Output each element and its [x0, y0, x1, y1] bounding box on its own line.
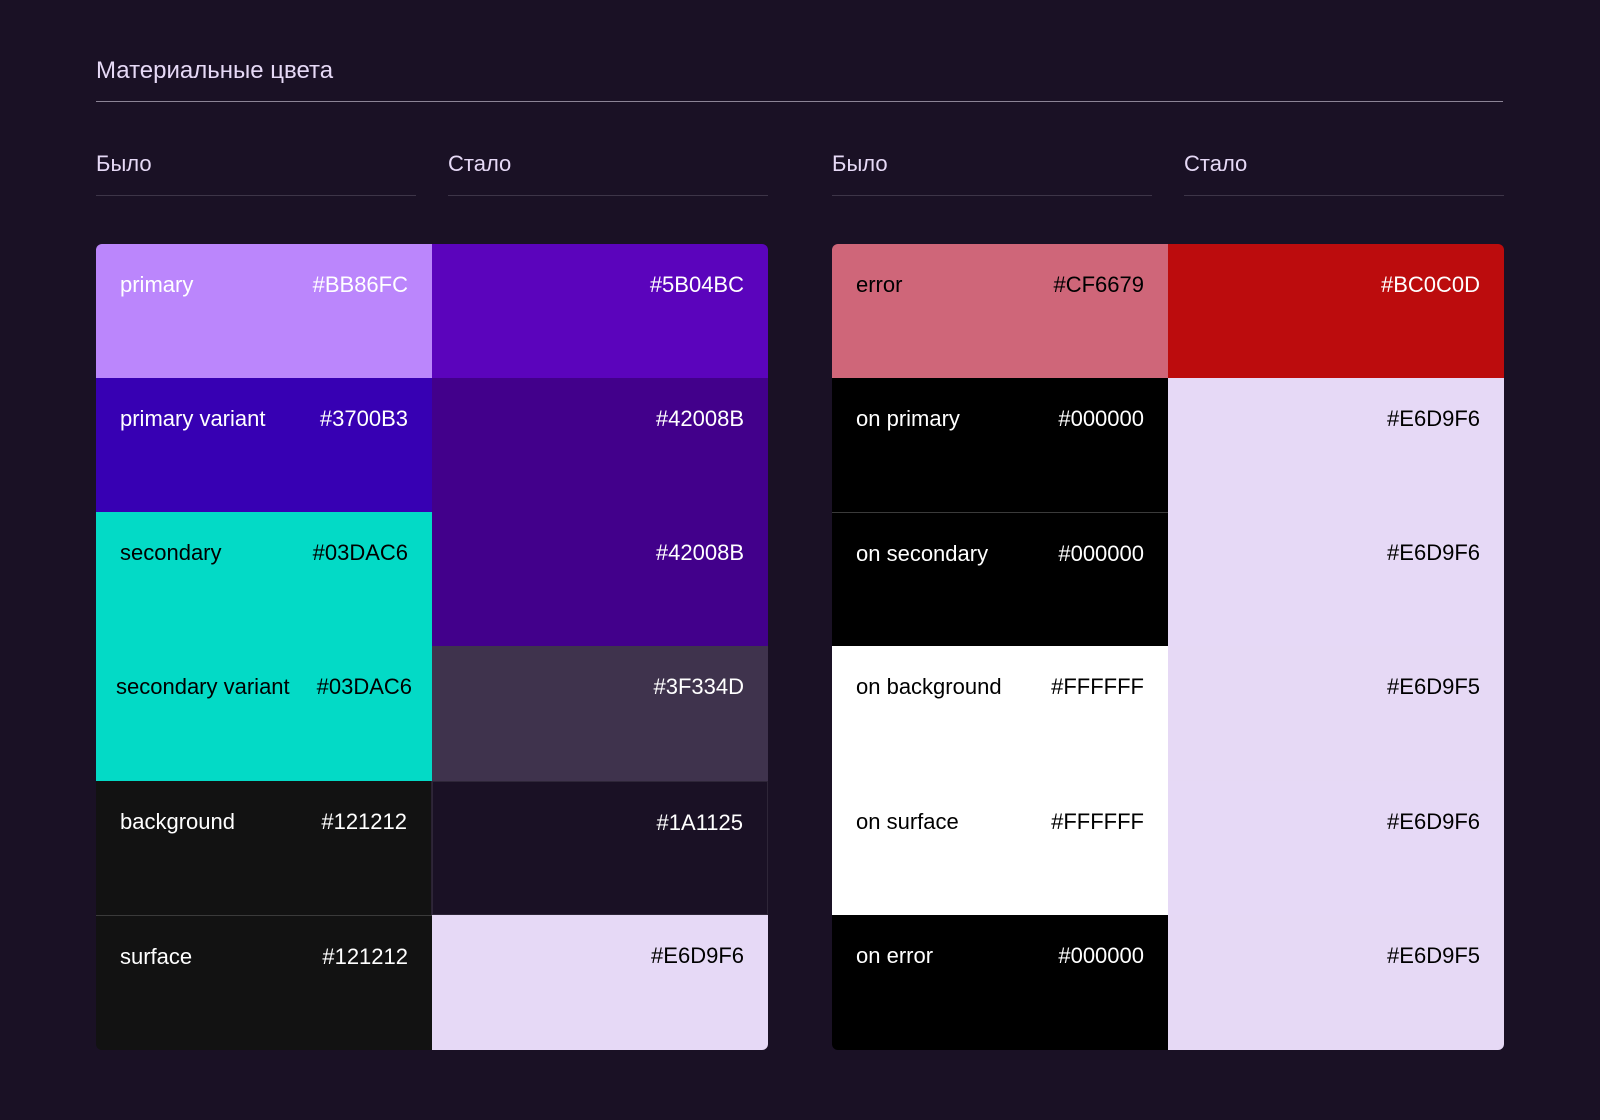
swatch-on-surface-before: on surface #FFFFFF: [832, 781, 1168, 915]
swatch-hex: #E6D9F6: [651, 943, 744, 968]
swatch-on-error-after: #E6D9F5: [1168, 915, 1504, 1050]
left-after-column: #5B04BC #42008B #42008B #3F334D #1A1125 …: [432, 244, 768, 1050]
swatch-hex: #FFFFFF: [1051, 809, 1144, 834]
left-after-header: Стало: [448, 150, 768, 196]
swatch-secondary-before: secondary #03DAC6: [96, 512, 432, 646]
swatch-on-surface-after: #E6D9F6: [1168, 781, 1504, 915]
swatch-hex: #42008B: [655, 406, 744, 431]
swatch-on-primary-before: on primary #000000: [832, 378, 1168, 512]
swatch-name: on secondary: [856, 541, 989, 566]
swatch-name: on error: [856, 943, 934, 968]
swatch-hex: #121212: [322, 944, 408, 969]
swatch-hex: #E6D9F5: [1387, 943, 1480, 968]
right-palette-panel: error #CF6679 on primary #000000 on seco…: [832, 244, 1504, 1050]
swatch-hex: #E6D9F5: [1387, 674, 1480, 699]
swatch-name: background: [120, 809, 235, 834]
swatch-hex: #BC0C0D: [1380, 272, 1480, 297]
left-palette-panel: primary #BB86FC primary variant #3700B3 …: [96, 244, 768, 1050]
swatch-hex: #000000: [1058, 541, 1144, 566]
swatch-hex: #1A1125: [656, 810, 743, 835]
swatch-hex: #3700B3: [319, 406, 408, 431]
swatch-hex: #CF6679: [1053, 272, 1144, 297]
swatch-hex: #03DAC6: [316, 674, 412, 699]
swatch-on-secondary-after: #E6D9F6: [1168, 512, 1504, 646]
left-before-header: Было: [96, 150, 416, 196]
swatch-surface-after: #E6D9F6: [432, 915, 768, 1050]
swatch-error-after: #BC0C0D: [1168, 244, 1504, 378]
right-after-header: Стало: [1184, 150, 1504, 196]
swatch-hex: #FFFFFF: [1051, 674, 1144, 699]
right-after-column: #BC0C0D #E6D9F6 #E6D9F6 #E6D9F5 #E6D9F6 …: [1168, 244, 1504, 1050]
swatch-hex: #E6D9F6: [1387, 809, 1480, 834]
swatch-name: on surface: [856, 809, 959, 834]
swatch-hex: #E6D9F6: [1387, 540, 1480, 565]
swatch-hex: #BB86FC: [312, 272, 408, 297]
swatch-name: primary variant: [120, 406, 266, 431]
swatch-hex: #121212: [321, 809, 407, 834]
swatch-hex: #E6D9F6: [1387, 406, 1480, 431]
swatch-error-before: error #CF6679: [832, 244, 1168, 378]
swatch-background-after: #1A1125: [432, 781, 768, 915]
swatch-name: on background: [856, 674, 1002, 699]
swatch-on-background-after: #E6D9F5: [1168, 646, 1504, 781]
swatch-surface-before: surface #121212: [96, 915, 432, 1050]
swatch-on-error-before: on error #000000: [832, 915, 1168, 1050]
right-before-column: error #CF6679 on primary #000000 on seco…: [832, 244, 1168, 1050]
swatch-primary-before: primary #BB86FC: [96, 244, 432, 378]
swatch-hex: #3F334D: [653, 674, 744, 699]
swatch-name: secondary: [120, 540, 222, 565]
swatch-name: secondary variant: [116, 674, 290, 699]
title-divider: [96, 101, 1503, 102]
swatch-secondary-variant-after: #3F334D: [432, 646, 768, 781]
swatch-hex: #42008B: [655, 540, 744, 565]
right-before-header: Было: [832, 150, 1152, 196]
swatch-primary-variant-before: primary variant #3700B3: [96, 378, 432, 512]
swatch-name: surface: [120, 944, 193, 969]
swatch-on-background-before: on background #FFFFFF: [832, 646, 1168, 781]
swatch-secondary-variant-before: secondary variant #03DAC6: [96, 646, 432, 781]
swatch-on-primary-after: #E6D9F6: [1168, 378, 1504, 512]
swatch-name: error: [856, 272, 903, 297]
swatch-hex: #03DAC6: [312, 540, 408, 565]
swatch-on-secondary-before: on secondary #000000: [832, 512, 1168, 646]
swatch-background-before: background #121212: [96, 781, 432, 915]
swatch-primary-after: #5B04BC: [432, 244, 768, 378]
swatch-primary-variant-after: #42008B: [432, 378, 768, 512]
swatch-name: on primary: [856, 406, 960, 431]
swatch-hex: #5B04BC: [649, 272, 744, 297]
page-title: Материальные цвета: [96, 57, 334, 84]
left-before-column: primary #BB86FC primary variant #3700B3 …: [96, 244, 432, 1050]
swatch-hex: #000000: [1058, 943, 1144, 968]
swatch-hex: #000000: [1058, 406, 1144, 431]
swatch-name: primary: [120, 272, 194, 297]
swatch-secondary-after: #42008B: [432, 512, 768, 646]
